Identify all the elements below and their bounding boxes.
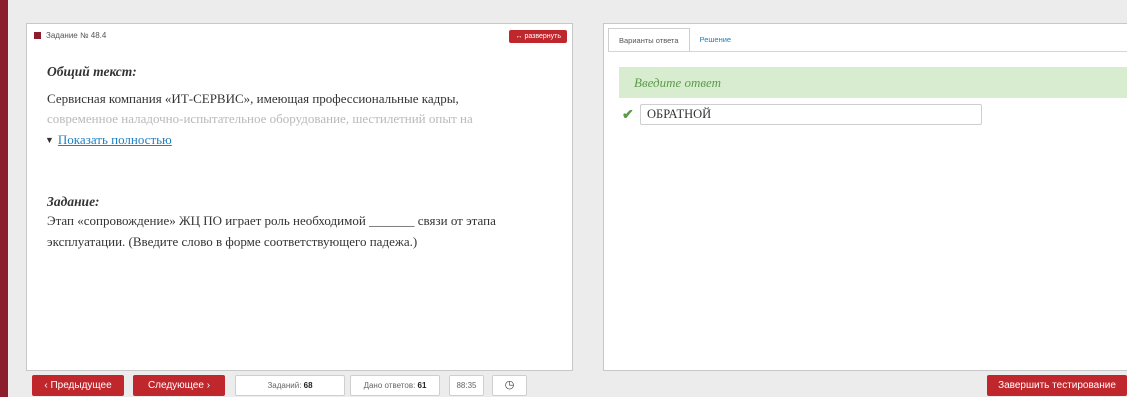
common-text-title: Общий текст: xyxy=(47,64,137,79)
check-icon: ✔ xyxy=(622,106,634,122)
expand-label: развернуть xyxy=(524,33,561,40)
tab-answer-options[interactable]: Варианты ответа xyxy=(608,28,690,52)
chevron-down-icon: ▼ xyxy=(45,135,54,145)
task-panel: Задание № 48.4 ↔ развернуть Общий текст: … xyxy=(26,23,573,371)
tasks-count-box: Заданий: 68 xyxy=(235,375,345,396)
show-more[interactable]: ▼ Показать полностью xyxy=(45,132,172,148)
answer-prompt: Введите ответ xyxy=(619,67,1127,98)
common-text-faded-line: современное наладочно-испытательное обор… xyxy=(47,111,473,126)
answer-panel: Варианты ответа Решение Введите ответ ✔ xyxy=(603,23,1127,371)
clock-icon[interactable]: ◷ xyxy=(492,375,527,396)
expand-button[interactable]: ↔ развернуть xyxy=(509,30,567,43)
answer-row: ✔ xyxy=(622,104,982,125)
answer-input[interactable] xyxy=(640,104,982,125)
common-text: Сервисная компания «ИТ-СЕРВИС», имеющая … xyxy=(47,89,567,129)
left-edge-bar xyxy=(0,0,8,397)
previous-label: Предыдущее xyxy=(50,380,112,391)
tasks-label: Заданий: xyxy=(267,381,302,390)
expand-arrows-icon: ↔ xyxy=(515,33,523,40)
next-label: Следующее xyxy=(147,380,204,391)
task-text: Этап «сопровождение» ЖЦ ПО играет роль н… xyxy=(47,213,496,249)
timer: 88:35 xyxy=(449,375,484,396)
task-title: Задание: xyxy=(47,194,100,209)
previous-button[interactable]: ‹ Предыдущее xyxy=(32,375,124,396)
answers-count: 61 xyxy=(417,381,427,390)
tabs-divider xyxy=(608,51,1127,52)
tasks-count: 68 xyxy=(303,381,313,390)
tab-solution[interactable]: Решение xyxy=(690,28,742,52)
answers-label: Дано ответов: xyxy=(363,381,416,390)
chevron-right-icon: › xyxy=(206,380,211,391)
show-more-link[interactable]: Показать полностью xyxy=(58,132,172,148)
common-text-line: Сервисная компания «ИТ-СЕРВИС», имеющая … xyxy=(47,91,459,106)
finish-test-button[interactable]: Завершить тестирование xyxy=(987,375,1127,396)
task-header: Задание № 48.4 xyxy=(34,31,106,40)
task-marker-icon xyxy=(34,32,41,39)
answer-tabs: Варианты ответа Решение xyxy=(608,28,741,52)
next-button[interactable]: Следующее › xyxy=(133,375,225,396)
answers-count-box: Дано ответов: 61 xyxy=(350,375,440,396)
task-number: Задание № 48.4 xyxy=(46,31,107,40)
chevron-left-icon: ‹ xyxy=(44,380,48,391)
